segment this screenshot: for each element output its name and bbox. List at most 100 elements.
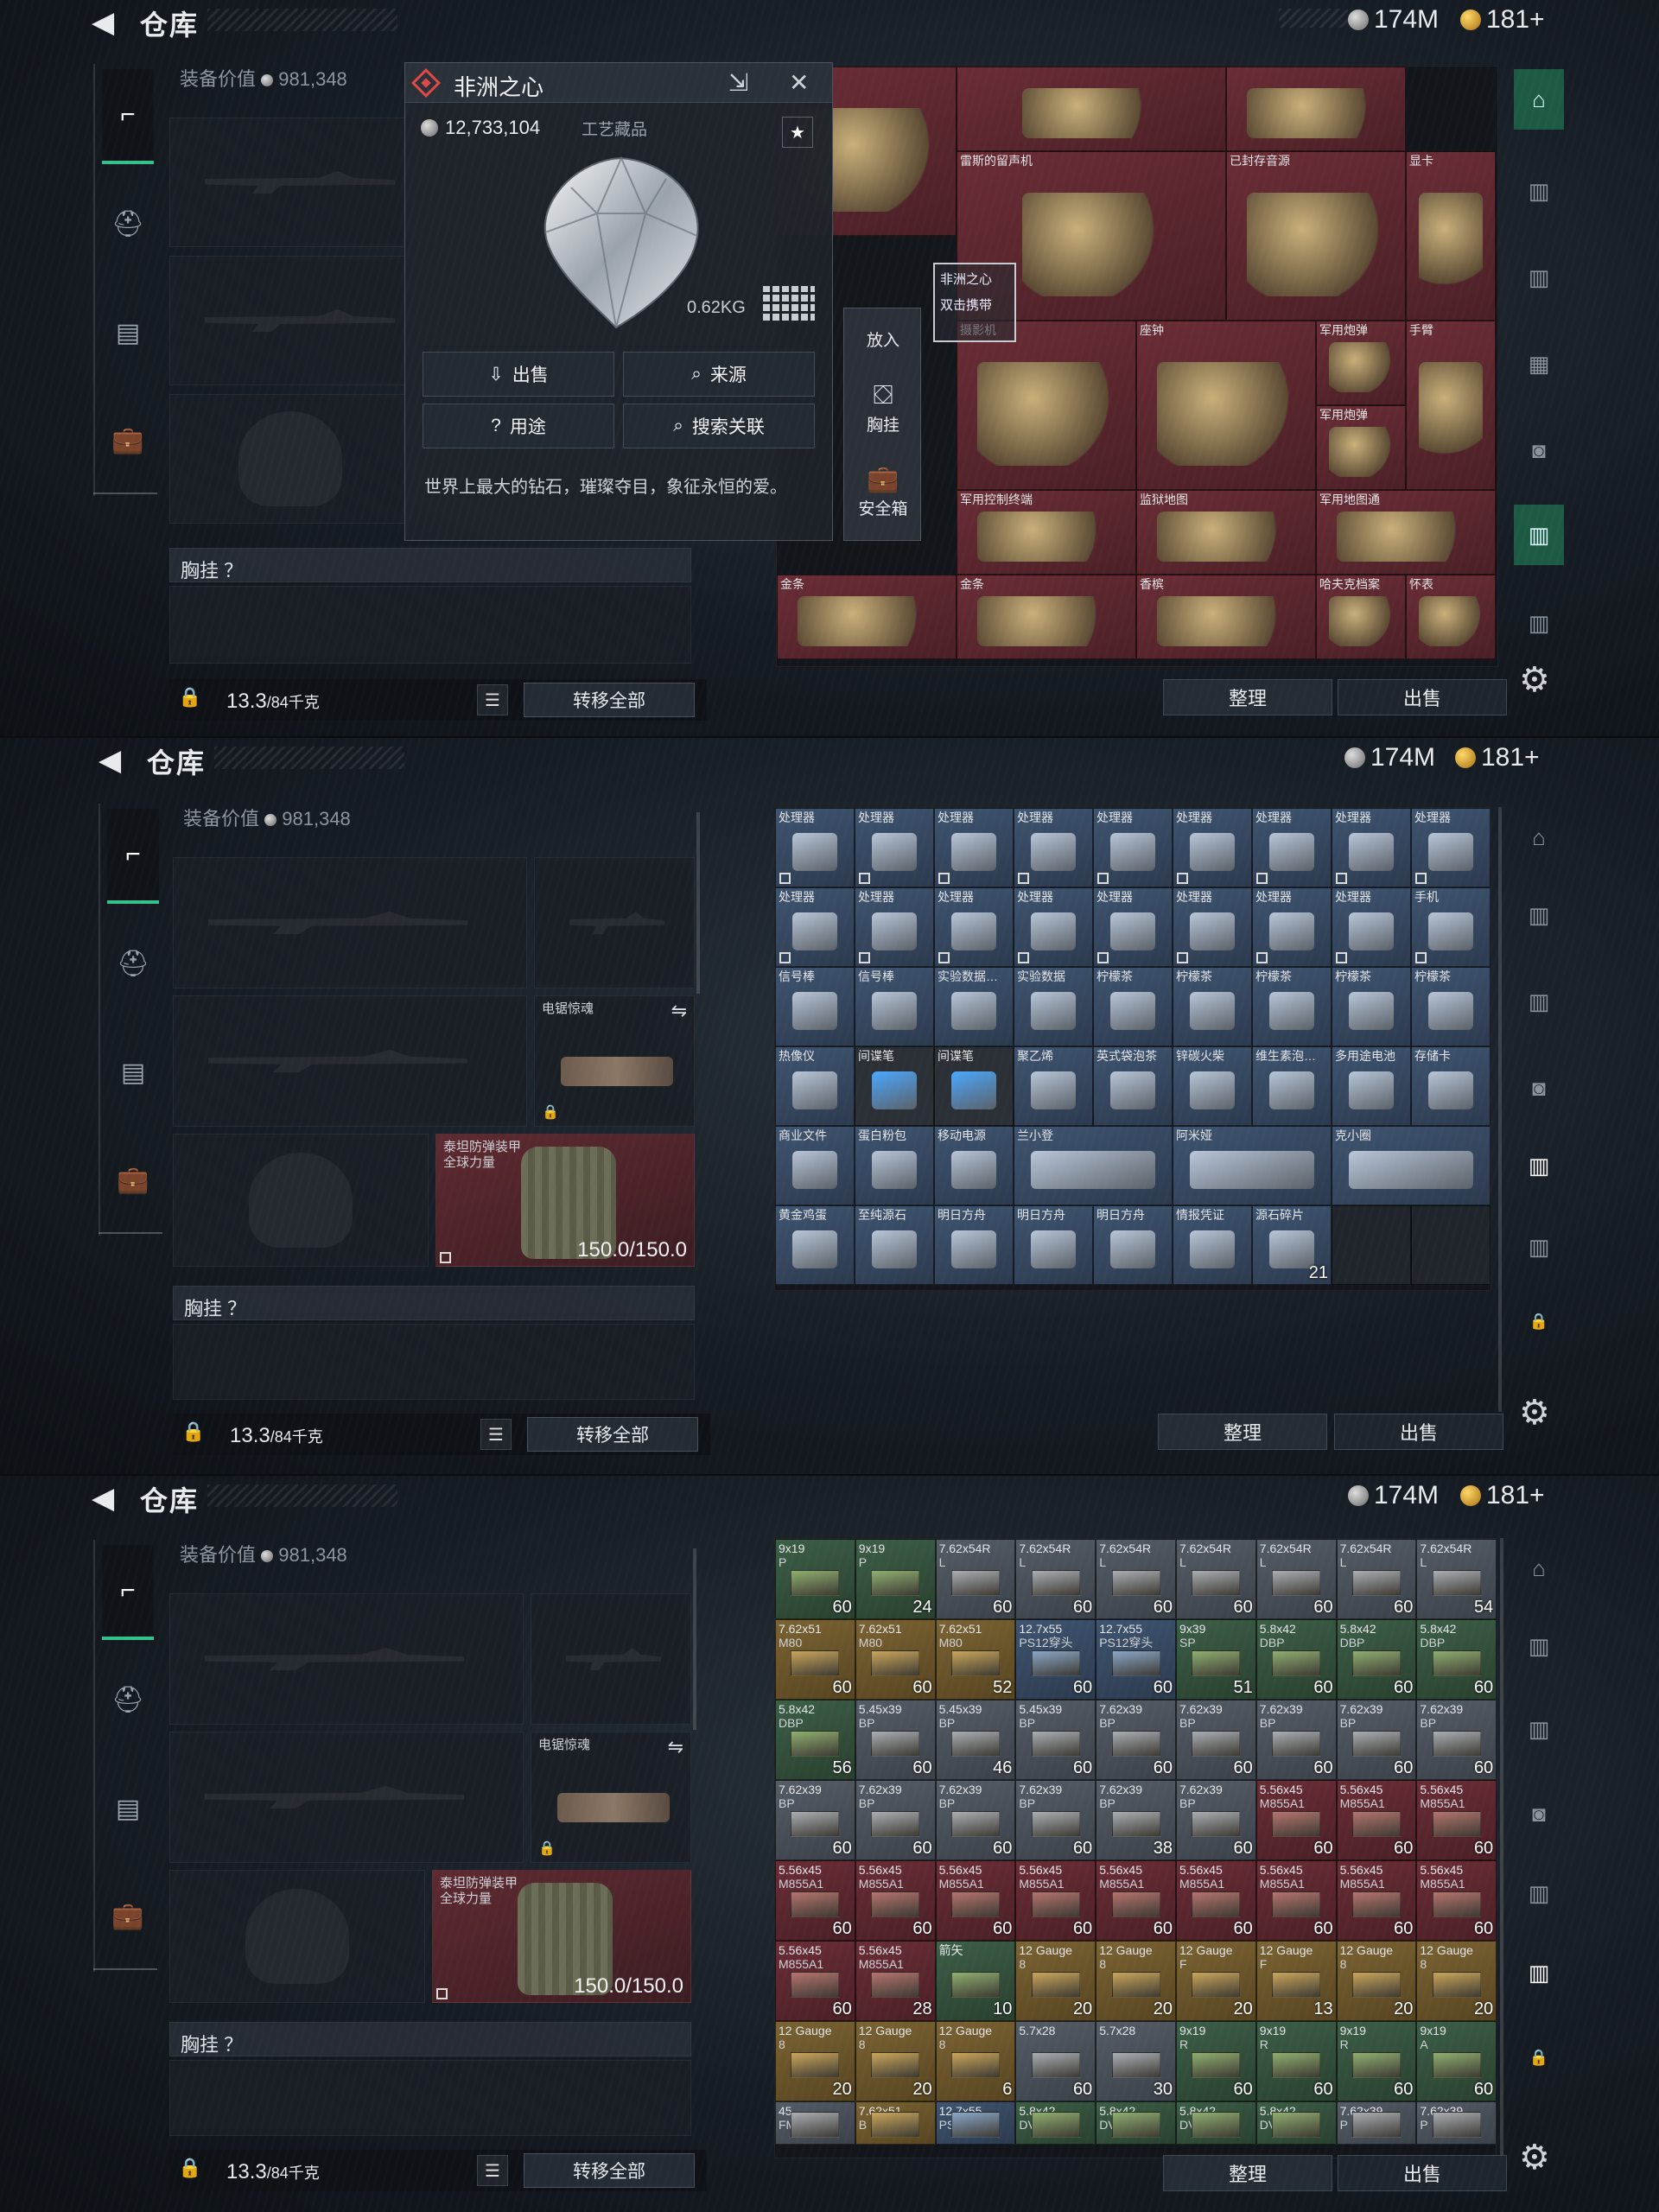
ammo-item[interactable]: 12.7x55 PS12穿头 60 xyxy=(1015,1619,1096,1700)
ammo-item[interactable]: 5.56x45 M855A1 60 xyxy=(855,1860,936,1941)
grid-item[interactable]: 处理器 xyxy=(1014,808,1093,887)
camera-tab-icon[interactable]: ◙ xyxy=(1514,1058,1564,1118)
secondary-weapon-slot[interactable] xyxy=(173,995,527,1127)
grid-item[interactable]: 锌碳火柴 xyxy=(1173,1046,1252,1126)
popup-search-related-button[interactable]: ⌕ 搜索关联 xyxy=(623,404,815,448)
sort-button[interactable]: 整理 xyxy=(1158,1414,1327,1450)
ammo-item[interactable]: 7.62x39 BP 60 xyxy=(1336,1700,1417,1780)
ammo-item[interactable]: 7.62x39 P xyxy=(1336,2101,1417,2145)
ammo-item[interactable]: 7.62x39 BP 38 xyxy=(1096,1780,1176,1860)
scrollbar[interactable] xyxy=(1500,1538,1503,2160)
ammo-item[interactable]: 5.7x28 30 xyxy=(1096,2021,1176,2101)
primary-weapon-slot[interactable] xyxy=(169,1593,524,1725)
grid-item[interactable]: 聚乙烯 xyxy=(1014,1046,1093,1126)
ammo-item[interactable]: 7.62x54R L 60 xyxy=(1255,1539,1337,1619)
grid-item[interactable]: 军用炮弹 xyxy=(1316,321,1406,405)
grid-item[interactable]: 源石碎片 21 xyxy=(1252,1205,1332,1285)
ammo-item[interactable]: 5.8x42 DV xyxy=(1255,2101,1337,2145)
secondary-weapon-slot[interactable] xyxy=(169,256,411,385)
back-icon[interactable]: ◀ xyxy=(99,743,121,778)
grid-item[interactable]: 处理器 xyxy=(1173,808,1252,887)
ammo-item[interactable]: 5.45x39 BP 60 xyxy=(1015,1700,1096,1780)
ammo-item[interactable]: 5.56x45 M855A1 60 xyxy=(1336,1780,1417,1860)
warehouse-tab-icon[interactable]: ⌂ xyxy=(1514,69,1564,130)
grid-item[interactable]: 至纯源石 xyxy=(855,1205,934,1285)
list-view-button[interactable]: ☰ xyxy=(480,1419,512,1450)
grid-item[interactable]: 情报凭证 xyxy=(1173,1205,1252,1285)
ammo-item[interactable]: 5.8x42 DBP 56 xyxy=(775,1700,855,1780)
ammo-item[interactable]: 7.62x54R L 60 xyxy=(935,1539,1016,1619)
grid-item[interactable]: 处理器 xyxy=(775,887,855,967)
grid-item[interactable]: 实验数据… xyxy=(934,967,1014,1046)
ammo-item[interactable]: 5.56x45 M855A1 60 xyxy=(1176,1860,1256,1941)
list-view-button[interactable]: ☰ xyxy=(477,684,508,715)
storage-tab-icon[interactable]: ▥ xyxy=(1514,971,1564,1032)
transfer-all-button[interactable]: 转移全部 xyxy=(527,1417,698,1452)
ammo-item[interactable]: 5.45x39 BP 46 xyxy=(935,1700,1016,1780)
gear-icon[interactable]: ⚙ xyxy=(1519,1393,1550,1433)
case-tab-icon[interactable]: 💼 xyxy=(107,1132,159,1227)
grid-item[interactable]: 处理器 xyxy=(775,808,855,887)
storage-tab-icon[interactable]: ▥ xyxy=(1514,1135,1564,1196)
popup-use-button[interactable]: ? 用途 xyxy=(423,404,614,448)
ammo-item[interactable]: 5.8x42 DBP 60 xyxy=(1255,1619,1337,1700)
gold-currency[interactable]: 181+ xyxy=(1460,5,1545,35)
ammo-item[interactable]: 5.56x45 M855A1 60 xyxy=(1255,1860,1337,1941)
storage-tab-icon[interactable]: ▥ xyxy=(1514,161,1564,221)
ammo-item[interactable]: 7.62x39 P xyxy=(1416,2101,1497,2145)
ammo-item[interactable]: 7.62x51 B xyxy=(855,2101,936,2145)
ammo-item[interactable]: 12.7x55 PS xyxy=(935,2101,1016,2145)
grid-item[interactable]: 阿米娅 xyxy=(1173,1126,1332,1205)
grid-item[interactable]: 手臂 xyxy=(1406,321,1496,490)
ammo-item[interactable]: 12 Gauge 8 20 xyxy=(775,2021,855,2101)
grid-item[interactable]: 实验数据 xyxy=(1014,967,1093,1046)
close-icon[interactable]: ✕ xyxy=(789,68,809,97)
grid-item[interactable]: 柠檬茶 xyxy=(1411,967,1491,1046)
weapon-tab-icon[interactable]: ⌐ xyxy=(102,1545,154,1640)
ammo-item[interactable]: 12 Gauge 8 20 xyxy=(1015,1941,1096,2021)
ammo-item[interactable]: 12 Gauge 8 20 xyxy=(1336,1941,1417,2021)
ammo-item[interactable]: 7.62x54R L 60 xyxy=(1096,1539,1176,1619)
lock-icon[interactable]: 🔒 xyxy=(1514,2027,1564,2088)
ammo-item[interactable]: 5.8x42 DBP 60 xyxy=(1336,1619,1417,1700)
helmet-slot[interactable] xyxy=(169,1870,425,2003)
grid-item[interactable]: 维生素泡… xyxy=(1252,1046,1332,1126)
storage-tab-icon[interactable]: ▦ xyxy=(1514,334,1564,394)
ammo-item[interactable]: 5.45x39 BP 60 xyxy=(855,1700,936,1780)
grid-item[interactable]: 处理器 xyxy=(855,887,934,967)
gold-currency[interactable]: 181+ xyxy=(1460,1481,1545,1510)
ammo-item[interactable]: 7.62x51 M80 60 xyxy=(775,1619,855,1700)
grid-item[interactable]: 怀表 xyxy=(1406,575,1496,659)
safe-box-option[interactable]: 💼 安全箱 xyxy=(844,464,922,519)
ammo-item[interactable]: 9x39 SP 51 xyxy=(1176,1619,1256,1700)
ammo-item[interactable]: 5.56x45 M855A1 60 xyxy=(1015,1860,1096,1941)
helmet-tab-icon[interactable]: ⛑ xyxy=(102,1652,154,1747)
ammo-item[interactable]: 7.62x39 BP 60 xyxy=(775,1780,855,1860)
back-icon[interactable]: ◀ xyxy=(92,5,114,40)
ammo-item[interactable]: 5.56x45 M855A1 60 xyxy=(935,1860,1016,1941)
ammo-item[interactable]: 7.62x54R L 54 xyxy=(1416,1539,1497,1619)
ammo-item[interactable]: 9x19 R 60 xyxy=(1336,2021,1417,2101)
grid-item[interactable]: 信号棒 xyxy=(855,967,934,1046)
grid-item[interactable]: 监狱地图 xyxy=(1136,490,1316,575)
helmet-tab-icon[interactable]: ⛑ xyxy=(107,916,159,1011)
ammo-item[interactable]: 5.8x42 DV xyxy=(1176,2101,1256,2145)
favorite-star-icon[interactable]: ★ xyxy=(782,117,813,148)
ammo-item[interactable]: 7.62x39 BP 60 xyxy=(1015,1780,1096,1860)
grid-item[interactable]: 摄影机 xyxy=(957,321,1136,490)
ammo-item[interactable]: 5.56x45 M855A1 60 xyxy=(1416,1780,1497,1860)
grid-item[interactable]: 柠檬茶 xyxy=(1093,967,1173,1046)
grid-item[interactable]: 英式袋泡茶 xyxy=(1093,1046,1173,1126)
storage-tab-icon[interactable]: ▥ xyxy=(1514,593,1564,653)
grid-item[interactable]: 蛋白粉包 xyxy=(855,1126,934,1205)
pistol-slot[interactable] xyxy=(531,1593,691,1725)
ammo-item[interactable]: 7.62x39 BP 60 xyxy=(1255,1700,1337,1780)
primary-weapon-slot[interactable] xyxy=(169,118,411,247)
gold-currency[interactable]: 181+ xyxy=(1455,743,1540,772)
ammo-item[interactable]: 12 Gauge F 20 xyxy=(1176,1941,1256,2021)
grid-item[interactable]: 间谍笔 xyxy=(855,1046,934,1126)
helmet-tab-icon[interactable]: ⛑ xyxy=(102,176,154,271)
ammo-item[interactable]: 5.7x28 60 xyxy=(1015,2021,1096,2101)
ammo-item[interactable]: 5.56x45 M855A1 28 xyxy=(855,1941,936,2021)
back-icon[interactable]: ◀ xyxy=(92,1481,114,1516)
